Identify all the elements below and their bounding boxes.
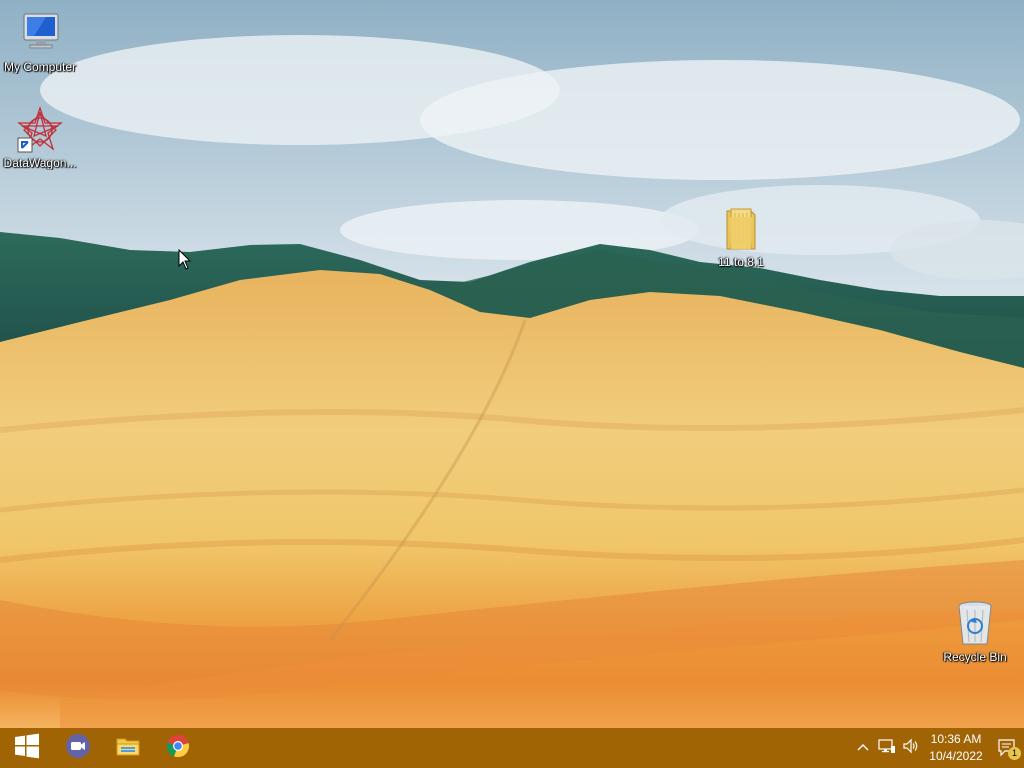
mouse-cursor-icon — [178, 248, 192, 271]
network-button[interactable] — [876, 728, 898, 768]
chrome-icon — [166, 734, 190, 763]
taskbar: 10:36 AM 10/4/2022 1 — [0, 728, 1024, 768]
desktop-icon-label: DataWagon... — [3, 156, 77, 170]
start-button[interactable] — [3, 728, 51, 768]
desktop-icon-label: 11 to 8.1 — [718, 255, 764, 269]
action-center-button[interactable]: 1 — [994, 728, 1022, 768]
clock-time: 10:36 AM — [930, 732, 982, 746]
clock-date: 10/4/2022 — [929, 749, 983, 763]
volume-button[interactable] — [900, 728, 922, 768]
show-hidden-icons-button[interactable] — [853, 728, 873, 768]
taskbar-clock[interactable]: 10:36 AM 10/4/2022 — [922, 731, 990, 765]
windows-start-icon — [14, 733, 40, 764]
file-explorer-icon — [115, 733, 141, 764]
recycle-bin-icon — [951, 600, 999, 648]
notification-count-badge: 1 — [1008, 747, 1021, 760]
my-computer-icon — [16, 10, 64, 58]
notification-icon: 1 — [997, 737, 1021, 760]
taskbar-chrome-button[interactable] — [154, 728, 202, 768]
chevron-up-icon — [857, 739, 869, 757]
datawagon-icon — [16, 105, 64, 154]
taskbar-file-explorer-button[interactable] — [104, 728, 152, 768]
video-meeting-icon — [65, 733, 91, 764]
network-icon — [878, 737, 896, 760]
desktop-icon-recycle-bin[interactable]: Recycle Bin — [935, 600, 1015, 664]
volume-icon — [902, 737, 920, 760]
taskbar-video-meeting-button[interactable] — [54, 728, 102, 768]
desktop-icon-label: My Computer — [3, 60, 77, 74]
desktop-icon-datawagon[interactable]: DataWagon... — [0, 105, 80, 170]
desktop-wallpaper — [0, 0, 1024, 728]
desktop-icon-my-computer[interactable]: My Computer — [0, 10, 80, 74]
folder-icon — [717, 205, 765, 253]
desktop-icon-label: Recycle Bin — [943, 650, 1007, 664]
desktop-icon-folder-11-to-8-1[interactable]: 11 to 8.1 — [701, 205, 781, 269]
